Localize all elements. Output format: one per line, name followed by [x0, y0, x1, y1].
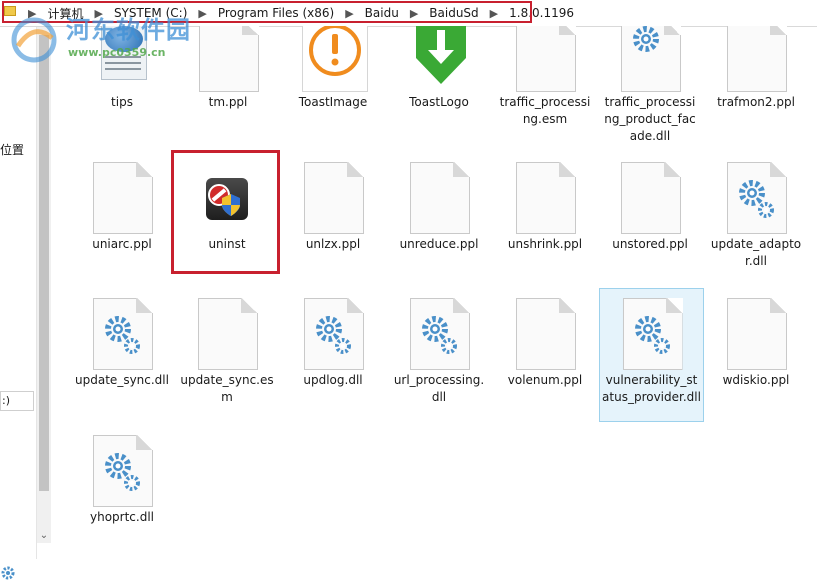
file-name: trafmon2.ppl [717, 95, 795, 109]
file-name: volenum.ppl [507, 373, 583, 387]
file-name: unshrink.ppl [507, 237, 583, 251]
file-name: tips [111, 95, 133, 109]
file-item[interactable]: uninst [177, 156, 277, 253]
file-item[interactable]: volenum.ppl [495, 292, 595, 389]
file-item[interactable]: unreduce.ppl [389, 156, 489, 253]
file-item[interactable]: unstored.ppl [600, 156, 700, 253]
file-grid: tips tm.ppl ToastImage ToastLogo traffic… [0, 0, 817, 559]
file-item[interactable]: url_processing.dll [389, 292, 489, 406]
file-name: ToastImage [298, 95, 368, 109]
file-item[interactable]: updlog.dll [283, 292, 383, 389]
file-name: uniarc.ppl [92, 237, 152, 251]
file-name: uninst [208, 237, 246, 251]
file-item[interactable]: yhoprtc.dll [72, 429, 172, 526]
file-name: traffic_processing_product_facade.dll [604, 95, 696, 143]
file-name: vulnerability_status_provider.dll [602, 373, 701, 404]
file-name: unreduce.ppl [399, 237, 479, 251]
file-name: update_sync.dll [75, 373, 169, 387]
file-item[interactable]: unshrink.ppl [495, 156, 595, 253]
file-name: tm.ppl [208, 95, 248, 109]
file-item[interactable]: trafmon2.ppl [706, 26, 806, 111]
file-item[interactable]: ToastImage [283, 26, 383, 111]
file-item-selected[interactable]: vulnerability_status_provider.dll [599, 288, 704, 422]
file-item[interactable]: uniarc.ppl [72, 156, 172, 253]
file-name: update_sync.esm [180, 373, 274, 404]
file-name: unlzx.ppl [305, 237, 361, 251]
file-item[interactable]: traffic_processing.esm [495, 26, 595, 128]
file-name: yhoprtc.dll [89, 510, 154, 524]
file-item[interactable]: tips [72, 26, 172, 111]
file-item[interactable]: wdiskio.ppl [706, 292, 806, 389]
file-name: wdiskio.ppl [722, 373, 790, 387]
file-name: update_adaptor.dll [710, 237, 802, 268]
file-item[interactable]: ToastLogo [389, 26, 489, 111]
file-item[interactable]: update_sync.dll [72, 292, 172, 389]
file-name: ToastLogo [409, 95, 469, 109]
file-name: url_processing.dll [393, 373, 485, 404]
gear-icon [0, 564, 16, 585]
file-item[interactable]: unlzx.ppl [283, 156, 383, 253]
file-item[interactable]: traffic_processing_product_facade.dll [600, 26, 700, 145]
file-item[interactable]: tm.ppl [178, 26, 278, 111]
file-name: updlog.dll [303, 373, 363, 387]
file-item[interactable]: update_sync.esm [177, 292, 277, 406]
file-name: unstored.ppl [612, 237, 688, 251]
file-item[interactable]: update_adaptor.dll [706, 156, 806, 270]
file-name: traffic_processing.esm [499, 95, 591, 126]
